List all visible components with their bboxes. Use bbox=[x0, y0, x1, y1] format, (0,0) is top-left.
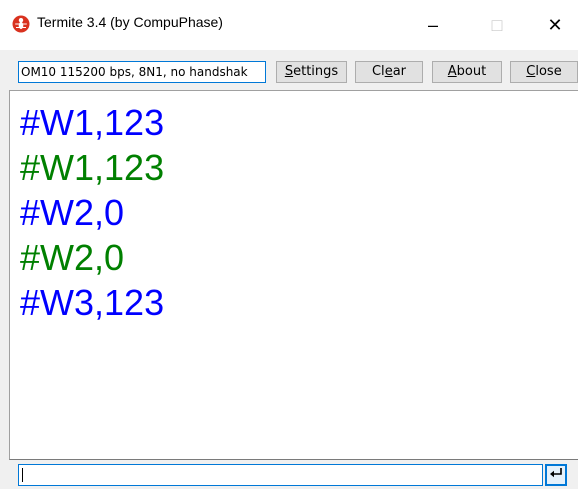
close-window-button[interactable]: ✕ bbox=[532, 0, 578, 50]
output-line: #W2,0 bbox=[20, 192, 125, 233]
maximize-button[interactable]: □ bbox=[474, 0, 520, 50]
minimize-button[interactable]: – bbox=[410, 0, 456, 50]
button-label: Close bbox=[526, 64, 562, 79]
settings-button[interactable]: Settings bbox=[276, 61, 347, 83]
close-icon: ✕ bbox=[547, 14, 563, 35]
enter-return-icon bbox=[549, 466, 563, 484]
close-button[interactable]: Close bbox=[510, 61, 578, 83]
output-line: #W1,123 bbox=[20, 102, 165, 143]
toolbar: OM10 115200 bps, 8N1, no handshak Settin… bbox=[0, 50, 578, 90]
clear-button[interactable]: Clear bbox=[355, 61, 423, 83]
button-label: About bbox=[447, 64, 487, 79]
send-input[interactable] bbox=[18, 464, 543, 486]
terminal-output[interactable]: #W1,123 #W1,123 #W2,0 #W2,0 #W3,123 bbox=[9, 90, 578, 460]
button-label: Clear bbox=[371, 64, 406, 79]
text-caret bbox=[22, 468, 23, 482]
termite-app-icon[interactable] bbox=[12, 15, 30, 33]
maximize-icon: □ bbox=[491, 14, 503, 35]
button-label: Settings bbox=[284, 64, 339, 79]
title-bar[interactable]: Termite 3.4 (by CompuPhase) – □ ✕ bbox=[0, 0, 578, 50]
window-title: Termite 3.4 (by CompuPhase) bbox=[37, 14, 223, 30]
input-row bbox=[0, 460, 578, 489]
send-button[interactable] bbox=[545, 464, 567, 486]
about-button[interactable]: About bbox=[432, 61, 502, 83]
output-line: #W2,0 bbox=[20, 237, 125, 278]
minimize-icon: – bbox=[427, 14, 438, 35]
port-status-field[interactable]: OM10 115200 bps, 8N1, no handshak bbox=[18, 61, 266, 83]
output-line: #W3,123 bbox=[20, 282, 165, 323]
output-line: #W1,123 bbox=[20, 147, 165, 188]
termite-window: Termite 3.4 (by CompuPhase) – □ ✕ OM10 1… bbox=[0, 0, 578, 489]
